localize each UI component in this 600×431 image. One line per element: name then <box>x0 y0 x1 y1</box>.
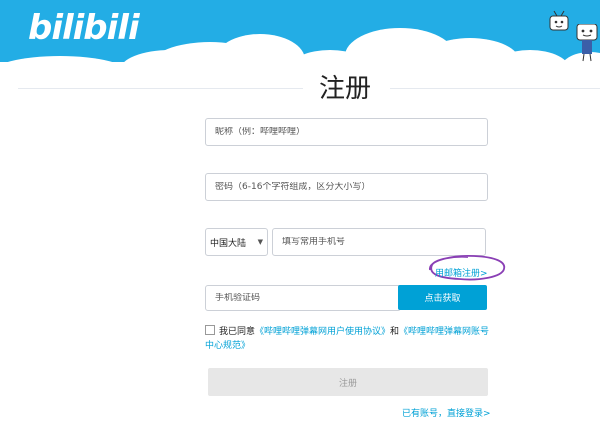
agreement-and: 和 <box>390 327 400 337</box>
email-register-link[interactable]: 用邮箱注册> <box>435 266 488 279</box>
caret-down-icon: ▼ <box>257 238 263 246</box>
nickname-input[interactable] <box>215 127 487 137</box>
tv-mascot-icon <box>549 10 569 31</box>
title-divider-left <box>18 88 303 89</box>
get-code-button[interactable]: 点击获取 <box>398 285 487 310</box>
character-mascot-icon <box>576 24 598 62</box>
sms-code-field[interactable] <box>205 285 401 311</box>
phone-input[interactable] <box>282 237 485 247</box>
agreement-checkbox[interactable] <box>205 325 215 335</box>
user-agreement-link[interactable]: 《哔哩哔哩弹幕网用户使用协议》 <box>255 327 390 337</box>
register-button[interactable]: 注册 <box>208 368 488 396</box>
region-select-value: 中国大陆 <box>210 238 247 249</box>
title-divider-right <box>390 88 600 89</box>
bilibili-logo[interactable]: bilibili <box>28 8 140 48</box>
password-field[interactable] <box>205 173 488 201</box>
sms-code-input[interactable] <box>215 293 400 303</box>
header-banner: bilibili <box>0 0 600 62</box>
login-link[interactable]: 已有账号，直接登录> <box>402 406 491 419</box>
page-title: 注册 <box>318 74 371 104</box>
nickname-field[interactable] <box>205 118 488 146</box>
agreement-row: 我已同意《哔哩哔哩弹幕网用户使用协议》和《哔哩哔哩弹幕网账号中心规范》 <box>205 325 495 353</box>
password-input[interactable] <box>215 182 487 192</box>
agreement-prefix: 我已同意 <box>219 327 256 337</box>
region-select[interactable]: 中国大陆 ▼ <box>205 228 268 256</box>
